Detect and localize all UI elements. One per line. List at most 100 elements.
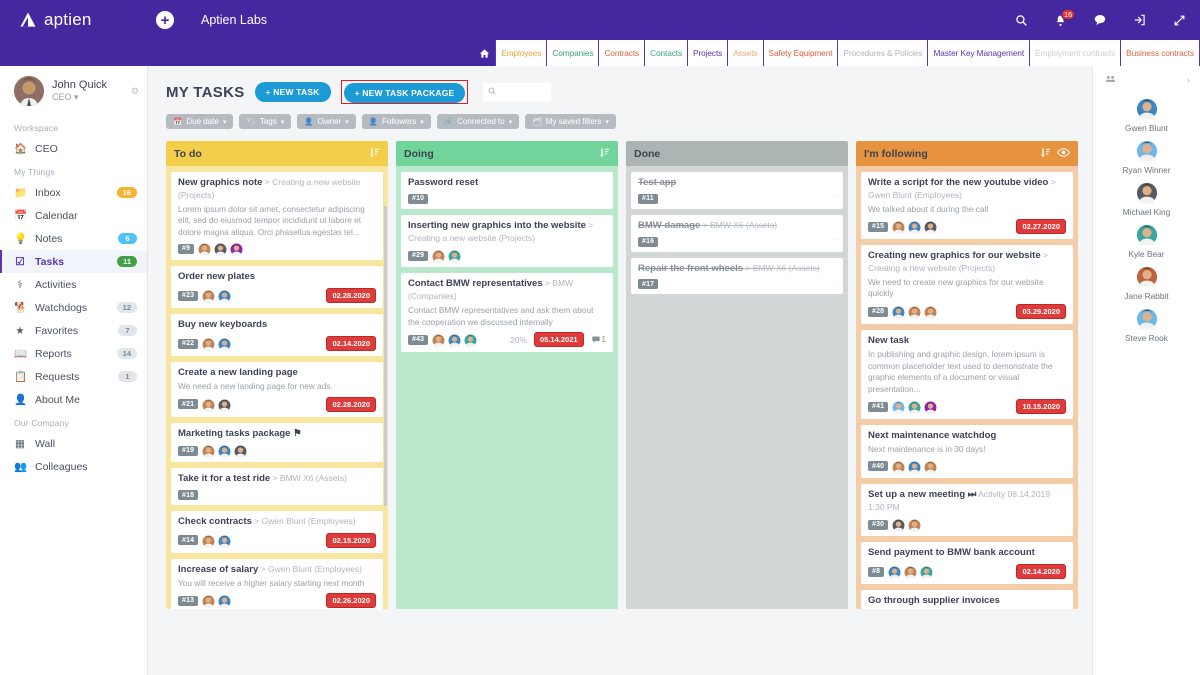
column-scrollbar[interactable] — [384, 206, 387, 506]
eye-icon[interactable] — [1056, 147, 1071, 161]
sidebar-item-inbox[interactable]: 📁 Inbox 16 — [0, 181, 147, 204]
search-icon[interactable] — [1015, 14, 1028, 27]
logout-icon[interactable] — [1133, 13, 1147, 27]
sidebar-item-label: CEO — [35, 142, 58, 155]
card-title: Test app — [638, 177, 836, 190]
sidebar-item-ceo[interactable]: 🏠 CEO — [0, 137, 147, 160]
colleague-item[interactable]: Kyle Bear — [1093, 224, 1200, 259]
user-role[interactable]: CEO ▾ — [52, 92, 123, 103]
task-card[interactable]: Check contracts > Gwen Blunt (Employees)… — [171, 511, 383, 553]
task-card[interactable]: Marketing tasks package ⚑ #19 — [171, 422, 383, 463]
messages-icon[interactable] — [1093, 13, 1107, 27]
plus-circle-icon[interactable]: + — [156, 11, 174, 29]
task-card[interactable]: Take it for a test ride > BMW X6 (Assets… — [171, 468, 383, 506]
sidebar-item-colleagues[interactable]: 👥 Colleagues — [0, 455, 147, 478]
card-title: Next maintenance watchdog — [868, 430, 1066, 443]
avatar — [233, 444, 248, 459]
kanban-board: To do New graphics note > Creating a new … — [148, 129, 1092, 609]
brand-logo-area[interactable]: aptien — [18, 10, 128, 30]
module-tab-safety-equipment[interactable]: Safety Equipment — [762, 40, 838, 66]
task-card[interactable]: Go through supplier invoices#711.02.2019 — [861, 590, 1073, 609]
avatar — [201, 533, 216, 548]
colleague-item[interactable]: Michael King — [1093, 182, 1200, 217]
filter-label: My saved filters — [545, 117, 602, 126]
module-tab-procedures-policies[interactable]: Procedures & Policies — [837, 40, 928, 66]
gear-icon[interactable]: ⚙ — [131, 86, 139, 97]
card-menu-dots[interactable]: · — [832, 235, 835, 244]
user-profile-block[interactable]: John Quick CEO ▾ ⚙ — [0, 66, 147, 116]
sidebar-item-notes[interactable]: 💡 Notes 6 — [0, 227, 147, 250]
task-card[interactable]: Password reset #10 — [401, 172, 613, 209]
module-tab-contracts[interactable]: Contracts — [598, 40, 645, 66]
reports-book-icon: 📖 — [14, 348, 28, 360]
card-due-date: 02.28.2020 — [326, 396, 376, 412]
notifications-icon[interactable]: 16 — [1054, 8, 1076, 27]
card-menu-dots[interactable]: · — [832, 192, 835, 201]
module-tab-employment-contracts[interactable]: Employment contracts — [1029, 40, 1121, 66]
task-card[interactable]: Send payment to BMW bank account #8 02.14.… — [861, 542, 1073, 585]
task-card[interactable]: Creating new graphics for our website > … — [861, 245, 1073, 325]
sidebar-item-requests[interactable]: 📋 Requests 1 — [0, 365, 147, 388]
filter-owner[interactable]: 👤 Owner ▾ — [297, 114, 356, 129]
task-card[interactable]: Create a new landing page We need a new l… — [171, 362, 383, 417]
filter-icon: 🗂 — [532, 117, 542, 126]
sidebar-item-activities[interactable]: ⚕ Activities — [0, 273, 147, 296]
task-card[interactable]: Contact BMW representatives > BMW (Compa… — [401, 273, 613, 353]
filter-followers[interactable]: 👤 Followers ▾ — [361, 114, 431, 129]
filter-due-date[interactable]: 📅 Due date ▾ — [166, 114, 234, 129]
sort-descending-icon[interactable] — [369, 147, 380, 161]
expand-icon[interactable] — [1173, 14, 1186, 27]
home-icon[interactable] — [473, 40, 495, 66]
task-card[interactable]: Set up a new meeting ⏭ Activity 08.14.20… — [861, 483, 1073, 537]
sidebar-item-watchdogs[interactable]: 🐕 Watchdogs 12 — [0, 296, 147, 319]
sort-descending-icon[interactable] — [599, 147, 610, 161]
new-task-package-button[interactable]: + NEW TASK PACKAGE — [343, 83, 466, 103]
chevron-right-icon[interactable]: › — [1187, 75, 1190, 86]
task-card[interactable]: Write a script for the new youtube video… — [861, 172, 1073, 240]
avatar — [463, 333, 478, 348]
task-card[interactable]: New graphics note > Creating a new websi… — [171, 172, 383, 261]
colleague-item[interactable]: Gwen Blunt — [1093, 98, 1200, 133]
module-tab-employees[interactable]: Employees — [495, 40, 547, 66]
sidebar-item-badge: 14 — [116, 348, 137, 359]
module-tab-contacts[interactable]: Contacts — [644, 40, 688, 66]
avatar — [891, 518, 906, 533]
card-title-text: BMW damage — [638, 219, 701, 231]
task-card[interactable]: Increase of salary > Gwen Blunt (Employe… — [171, 558, 383, 609]
sidebar-item-tasks[interactable]: ☑ Tasks 11 — [0, 250, 147, 273]
card-menu-dots[interactable]: · — [832, 277, 835, 286]
card-title-text: Creating new graphics for our website — [868, 250, 1041, 262]
module-tab-business-contracts[interactable]: Business contracts — [1120, 40, 1200, 66]
column-cards: Password reset #10 Inserting new graphics … — [396, 166, 618, 609]
sidebar-item-calendar[interactable]: 📅 Calendar — [0, 204, 147, 227]
task-card[interactable]: Test app #11 · — [631, 172, 843, 209]
search-box[interactable] — [483, 82, 552, 102]
task-card[interactable]: Next maintenance watchdog Next maintenanc… — [861, 425, 1073, 478]
task-card[interactable]: Order new plates #23 02.28.2020 — [171, 266, 383, 309]
search-input[interactable] — [500, 87, 547, 97]
sidebar-item-wall[interactable]: ▦ Wall — [0, 432, 147, 455]
sidebar-item-favorites[interactable]: ★ Favorites 7 — [0, 319, 147, 342]
page-title: MY TASKS — [166, 83, 245, 101]
task-card[interactable]: BMW damage > BMW X6 (Assets) #16 · — [631, 214, 843, 252]
module-tab-master-key-management[interactable]: Master Key Management — [927, 40, 1030, 66]
new-task-button[interactable]: + NEW TASK — [254, 82, 331, 102]
card-title-text: Buy new keyboards — [178, 319, 268, 331]
colleague-item[interactable]: Jane Rabbit — [1093, 266, 1200, 301]
module-tab-companies[interactable]: Companies — [546, 40, 599, 66]
filter-my-saved-filters[interactable]: 🗂 My saved filters ▾ — [525, 114, 616, 129]
sort-descending-icon[interactable] — [1040, 147, 1051, 161]
avatar — [891, 220, 906, 235]
filter-connected-to[interactable]: 🔗 Connected to ▾ — [436, 114, 520, 129]
task-card[interactable]: Buy new keyboards #22 02.14.2020 — [171, 314, 383, 357]
filter-tags[interactable]: 🏷 Tags ▾ — [239, 114, 292, 129]
sidebar-item-about-me[interactable]: 👤 About Me — [0, 388, 147, 411]
task-card[interactable]: New task In publishing and graphic design… — [861, 330, 1073, 420]
module-tab-assets[interactable]: Assets — [727, 40, 763, 66]
sidebar-item-reports[interactable]: 📖 Reports 14 — [0, 342, 147, 365]
colleague-item[interactable]: Ryan Winner — [1093, 140, 1200, 175]
task-card[interactable]: Inserting new graphics into the website … — [401, 214, 613, 268]
task-card[interactable]: Repair the front wheels > BMW X6 (Assets… — [631, 257, 843, 295]
colleague-item[interactable]: Steve Rook — [1093, 308, 1200, 343]
module-tab-projects[interactable]: Projects — [687, 40, 728, 66]
